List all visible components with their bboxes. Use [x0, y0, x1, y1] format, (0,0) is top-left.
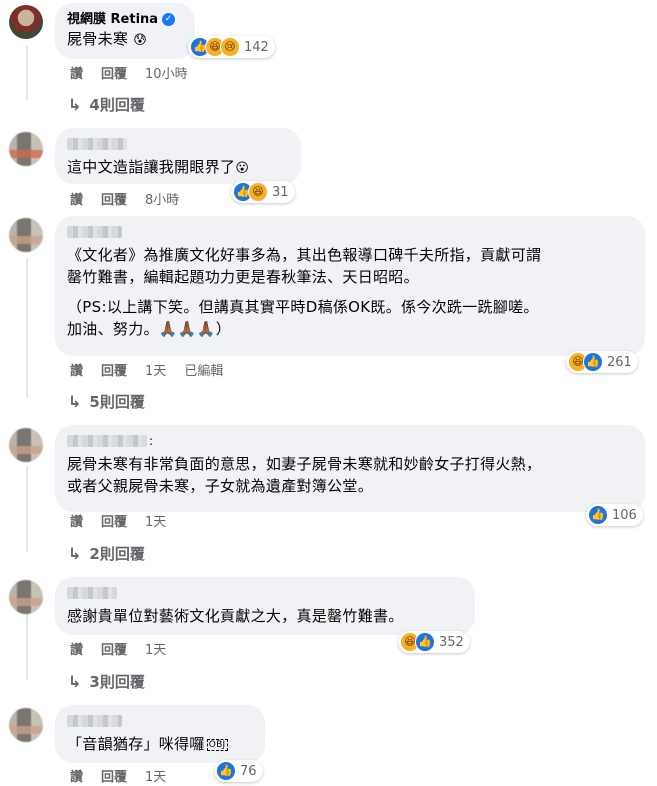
- comment-actions: 讚 回覆 1天: [70, 770, 184, 786]
- like-button[interactable]: 讚: [70, 643, 83, 659]
- timestamp[interactable]: 1天: [145, 515, 166, 531]
- avatar[interactable]: [9, 580, 43, 614]
- reaction-count: 76: [240, 763, 257, 779]
- reaction-summary[interactable]: 👍 76: [214, 760, 263, 782]
- comment-author[interactable]: [67, 138, 127, 150]
- reaction-count: 106: [612, 507, 637, 523]
- comment-actions: 讚 回覆 1天 已編輯: [70, 364, 241, 380]
- reply-button[interactable]: 回覆: [101, 364, 127, 380]
- author-name[interactable]: 視網膜 Retina: [67, 11, 158, 28]
- comment-author[interactable]: [67, 226, 122, 238]
- comment-text: 這中文造詣讓我開眼界了😮: [67, 158, 250, 176]
- thread-line: [26, 466, 28, 552]
- haha-icon: 😆: [248, 182, 268, 202]
- view-replies-link[interactable]: ↳ 4則回覆: [68, 94, 145, 115]
- reply-button[interactable]: 回覆: [101, 770, 127, 786]
- comment-text: 屍骨未寒 😰: [67, 30, 148, 48]
- avatar[interactable]: [9, 5, 43, 39]
- timestamp[interactable]: 1天: [145, 364, 166, 380]
- reply-button[interactable]: 回覆: [101, 643, 127, 659]
- avatar[interactable]: [9, 132, 43, 166]
- like-button[interactable]: 讚: [70, 364, 83, 380]
- comment-text: 「音韻猶存」咪得囉 OBJ: [67, 735, 228, 753]
- reaction-count: 352: [439, 634, 464, 650]
- reaction-count: 261: [607, 354, 632, 370]
- reaction-count: 142: [244, 39, 269, 55]
- like-button[interactable]: 讚: [70, 515, 83, 531]
- comment-author[interactable]: [67, 587, 117, 599]
- reply-button[interactable]: 回覆: [101, 193, 127, 209]
- comment-bubble: 《文化者》為推廣文化好事多為，其出色報導口碑千夫所指，貢獻可謂 罄竹難書，編輯起…: [55, 216, 645, 356]
- comment-author[interactable]: 視網膜 Retina ✓: [67, 11, 183, 28]
- timestamp[interactable]: 1天: [145, 643, 166, 659]
- reaction-summary[interactable]: 👍 106: [586, 504, 643, 526]
- comment-bubble: 感謝貴單位對藝術文化貢獻之大，真是罄竹難書。: [55, 577, 475, 635]
- comment-text-ps: （PS:以上講下笑。但講真其實平時D稿係OK既。係今次跣一跣腳嗟。 加油、努力。…: [67, 298, 539, 338]
- reaction-count: 31: [272, 184, 289, 200]
- like-button[interactable]: 讚: [70, 770, 83, 786]
- comment-actions: 讚 回覆 10小時: [70, 67, 206, 83]
- comment-author[interactable]: [67, 715, 122, 727]
- comment-actions: 讚 回覆 1天: [70, 643, 184, 659]
- obj-placeholder-glyph: OBJ: [206, 738, 228, 751]
- edited-label[interactable]: 已編輯: [184, 364, 223, 380]
- reply-arrow-icon: ↳: [68, 544, 82, 563]
- reaction-summary[interactable]: 😆 👍 261: [566, 351, 638, 373]
- reaction-summary[interactable]: 😆 👍 352: [398, 631, 470, 653]
- comment-actions: 讚 回覆 1天: [70, 515, 184, 531]
- comment-bubble: 「音韻猶存」咪得囉 OBJ: [55, 705, 265, 763]
- reply-arrow-icon: ↳: [68, 95, 82, 114]
- like-icon: 👍: [588, 505, 608, 525]
- comment-text: 《文化者》為推廣文化好事多為，其出色報導口碑千夫所指，貢獻可謂 罄竹難書，編輯起…: [67, 246, 542, 286]
- avatar[interactable]: [9, 428, 43, 462]
- avatar[interactable]: [9, 708, 43, 742]
- comment-text: 感謝貴單位對藝術文化貢獻之大，真是罄竹難書。: [67, 607, 404, 625]
- comment-bubble: 這中文造詣讓我開眼界了😮: [55, 128, 301, 184]
- thread-line: [26, 46, 28, 100]
- avatar[interactable]: [9, 218, 43, 252]
- comment-actions: 讚 回覆 8小時: [70, 193, 197, 209]
- thread-line: [26, 258, 28, 398]
- surprised-face-emoji: 😮: [235, 161, 250, 176]
- like-icon: 👍: [216, 761, 236, 781]
- comment-bubble: 視網膜 Retina ✓ 屍骨未寒 😰: [55, 3, 195, 59]
- sad-icon: 😢: [220, 37, 240, 57]
- timestamp[interactable]: 8小時: [145, 193, 179, 209]
- reply-arrow-icon: ↳: [68, 672, 82, 691]
- like-icon: 👍: [415, 632, 435, 652]
- comment-text: 屍骨未寒有非常負面的意思，如妻子屍骨未寒就和妙齡女子打得火熱， 或者父親屍骨未寒…: [67, 455, 542, 495]
- like-icon: 👍: [583, 352, 603, 372]
- view-replies-link[interactable]: ↳ 2則回覆: [68, 543, 145, 564]
- view-replies-link[interactable]: ↳ 3則回覆: [68, 671, 145, 692]
- anxious-face-emoji: 😰: [133, 33, 148, 48]
- reply-button[interactable]: 回覆: [101, 67, 127, 83]
- timestamp[interactable]: 10小時: [145, 67, 188, 83]
- like-button[interactable]: 讚: [70, 193, 83, 209]
- like-button[interactable]: 讚: [70, 67, 83, 83]
- verified-badge-icon: ✓: [162, 13, 176, 26]
- reaction-summary[interactable]: 👍 😆 😢 142: [188, 36, 275, 58]
- reply-button[interactable]: 回覆: [101, 515, 127, 531]
- thread-line: [26, 614, 28, 680]
- reaction-summary[interactable]: 👍 😆 31: [231, 181, 295, 203]
- timestamp[interactable]: 1天: [145, 770, 166, 786]
- view-replies-link[interactable]: ↳ 5則回覆: [68, 391, 145, 412]
- reply-arrow-icon: ↳: [68, 392, 82, 411]
- comment-author[interactable]: :: [67, 433, 633, 447]
- comment-bubble: : 屍骨未寒有非常負面的意思，如妻子屍骨未寒就和妙齡女子打得火熱， 或者父親屍骨…: [55, 425, 645, 512]
